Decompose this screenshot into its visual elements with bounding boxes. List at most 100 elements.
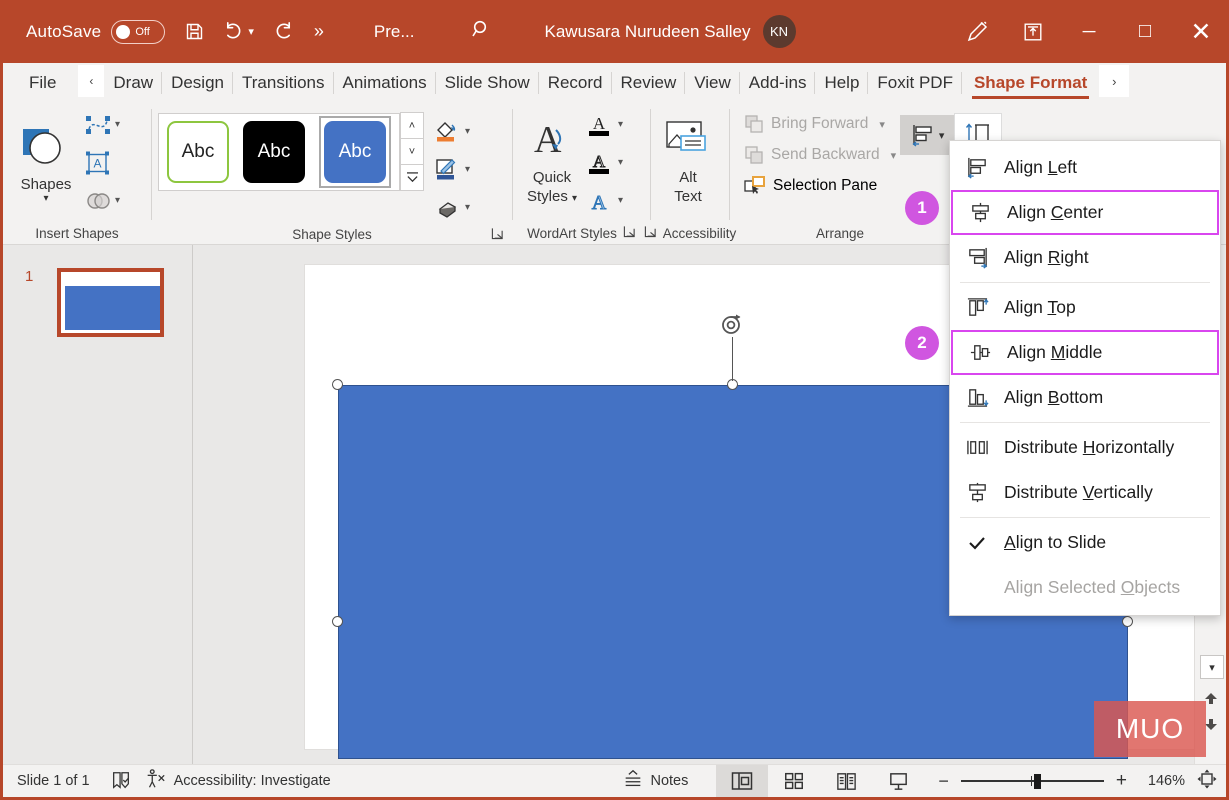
account-name[interactable]: Kawusara Nurudeen Salley [545, 22, 751, 42]
ribbon-expand-button[interactable]: › [1099, 65, 1130, 97]
accessibility-dialog-launcher[interactable] [644, 225, 657, 241]
shape-styles-scroll-down-button[interactable]: ˅ [400, 138, 424, 165]
text-effects-chevron-down-icon[interactable]: ▾ [618, 195, 623, 206]
shape-outline-chevron-down-icon[interactable]: ▾ [465, 164, 470, 175]
align-chevron-down-icon[interactable]: ▾ [939, 129, 945, 142]
shape-fill-chevron-down-icon[interactable]: ▾ [465, 126, 470, 137]
alt-text-button[interactable]: Alt Text [657, 118, 719, 207]
minimize-button[interactable]: ─ [1061, 12, 1117, 52]
zoom-slider-handle[interactable] [1033, 774, 1041, 789]
slide-thumbnail-1[interactable] [57, 268, 164, 337]
menu-item-align-to-slide[interactable]: Align to Slide [950, 520, 1220, 565]
normal-view-button[interactable] [716, 764, 769, 797]
shape-outline-button[interactable]: ▾ [432, 151, 470, 187]
slide-sorter-view-button[interactable] [768, 765, 820, 798]
tab-review[interactable]: Review [612, 63, 686, 103]
text-fill-button[interactable]: A ▾ [585, 107, 623, 143]
undo-chevron-down-icon[interactable]: ▾ [248, 25, 254, 38]
menu-item-align-left[interactable]: Align Left [950, 145, 1220, 190]
shape-fill-button[interactable]: ▾ [432, 113, 470, 149]
tab-animations[interactable]: Animations [334, 63, 436, 103]
quick-access-more-button[interactable]: » [314, 21, 324, 42]
tab-record[interactable]: Record [539, 63, 612, 103]
tab-design[interactable]: Design [162, 63, 233, 103]
shape-styles-dialog-launcher[interactable] [491, 227, 504, 243]
shape-style-tile-1[interactable]: Abc [167, 121, 229, 183]
avatar[interactable]: KN [762, 15, 796, 48]
tab-foxit-pdf[interactable]: Foxit PDF [868, 63, 962, 103]
reading-view-button[interactable] [820, 765, 872, 798]
slide-show-view-button[interactable] [872, 765, 924, 798]
group-caption-accessibility: Accessibility [644, 222, 736, 244]
tab-file[interactable]: File [3, 63, 78, 103]
tab-add-ins[interactable]: Add-ins [740, 63, 816, 103]
fit-to-window-icon[interactable] [1195, 767, 1219, 795]
menu-item-align-center[interactable]: Align Center [951, 190, 1219, 235]
shape-style-tile-2[interactable]: Abc [243, 121, 305, 183]
merge-shapes-button[interactable]: ▾ [85, 183, 120, 219]
shape-style-tile-3-selected[interactable]: Abc [319, 116, 391, 188]
undo-icon[interactable]: ▾ [223, 15, 254, 49]
zoom-slider[interactable] [960, 774, 1104, 789]
menu-item-distribute-horizontally[interactable]: Distribute Horizontally [950, 425, 1220, 470]
menu-item-align-bottom[interactable]: Align Bottom [950, 375, 1220, 420]
shape-styles-scroll-up-button[interactable]: ˄ [400, 112, 424, 139]
accessibility-status-button[interactable]: Accessibility: Investigate [144, 768, 331, 794]
maximize-button[interactable]: □ [1117, 12, 1173, 52]
zoom-percentage[interactable]: 146% [1139, 773, 1185, 789]
notes-button[interactable]: Notes [622, 768, 688, 794]
slide-count-label[interactable]: Slide 1 of 1 [17, 773, 90, 789]
redo-icon[interactable] [270, 15, 296, 49]
edit-shape-chevron-down-icon[interactable]: ▾ [115, 119, 120, 130]
resize-handle-middle-left[interactable] [332, 616, 343, 627]
shape-styles-gallery[interactable]: Abc Abc Abc [158, 113, 400, 191]
autosave-toggle[interactable]: Off [111, 19, 166, 44]
scroll-down-button[interactable]: ▾ [1200, 655, 1224, 679]
spell-check-icon[interactable] [110, 770, 132, 792]
zoom-in-button[interactable]: + [1116, 770, 1127, 792]
menu-item-align-middle[interactable]: Align Middle [951, 330, 1219, 375]
send-backward-chevron-down-icon[interactable]: ▾ [891, 149, 897, 162]
resize-handle-top-left[interactable] [332, 379, 343, 390]
bring-forward-button[interactable]: Bring Forward ▾ [740, 109, 900, 139]
merge-shapes-chevron-down-icon[interactable]: ▾ [115, 195, 120, 206]
text-box-button[interactable]: A [85, 145, 120, 181]
quick-styles-button[interactable]: A Quick Styles ▾ [519, 118, 585, 207]
search-icon[interactable] [469, 17, 493, 46]
pen-icon[interactable] [949, 12, 1005, 52]
tab-draw[interactable]: Draw [104, 63, 162, 103]
text-outline-button[interactable]: A ▾ [585, 145, 623, 181]
shape-effects-button[interactable]: ▾ [432, 189, 470, 225]
shape-effects-chevron-down-icon[interactable]: ▾ [465, 202, 470, 213]
zoom-out-button[interactable]: − [938, 771, 949, 792]
align-objects-button[interactable]: ▾ [900, 115, 955, 155]
text-fill-chevron-down-icon[interactable]: ▾ [618, 119, 623, 130]
text-outline-chevron-down-icon[interactable]: ▾ [618, 157, 623, 168]
wordart-dialog-launcher[interactable] [623, 225, 636, 241]
tab-view[interactable]: View [685, 63, 740, 103]
menu-item-align-right[interactable]: Align Right [950, 235, 1220, 280]
align-dropdown-menu[interactable]: Align Left Align Center Align Right Alig… [949, 140, 1221, 616]
rotate-handle-icon[interactable] [719, 312, 745, 338]
quick-styles-chevron-down-icon[interactable]: ▾ [572, 193, 577, 204]
menu-item-align-selected-objects[interactable]: Align Selected Objects [950, 565, 1220, 610]
close-button[interactable]: ✕ [1173, 12, 1226, 52]
tab-help[interactable]: Help [815, 63, 869, 103]
ribbon-collapse-button[interactable]: ‹ [78, 65, 105, 97]
shapes-button[interactable]: Shapes ▾ [9, 122, 83, 204]
tab-shape-format[interactable]: Shape Format [962, 63, 1099, 103]
send-backward-button[interactable]: Send Backward ▾ [740, 140, 900, 170]
shape-styles-more-button[interactable] [400, 164, 424, 191]
save-icon[interactable] [181, 15, 207, 49]
menu-item-distribute-vertically[interactable]: Distribute Vertically [950, 470, 1220, 515]
resize-handle-middle-right[interactable] [1122, 616, 1133, 627]
ribbon-display-options-icon[interactable] [1005, 12, 1061, 52]
bring-forward-chevron-down-icon[interactable]: ▾ [879, 118, 885, 131]
tab-slide-show[interactable]: Slide Show [436, 63, 539, 103]
selection-pane-button[interactable]: Selection Pane [740, 171, 900, 201]
text-effects-button[interactable]: A ▾ [585, 183, 623, 219]
shapes-chevron-down-icon[interactable]: ▾ [43, 193, 48, 204]
edit-shape-button[interactable]: ▾ [85, 107, 120, 143]
menu-item-align-top[interactable]: Align Top [950, 285, 1220, 330]
tab-transitions[interactable]: Transitions [233, 63, 334, 103]
